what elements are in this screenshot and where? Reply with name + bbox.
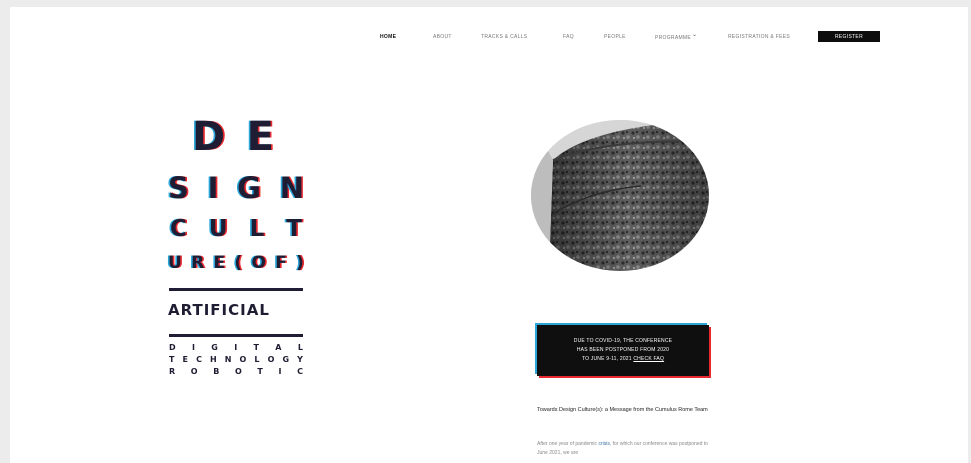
message-text: After one year of pandemic xyxy=(537,441,599,447)
logo-letter: E xyxy=(182,355,188,364)
logo-line-4: U R E ( O F ) xyxy=(168,253,304,273)
nav-faq[interactable]: FAQ xyxy=(563,34,574,40)
logo-letter: O xyxy=(251,253,266,273)
logo-letter: R xyxy=(169,367,176,376)
notice-line: HAS BEEN POSTPONED FROM 2020 xyxy=(576,347,670,353)
logo-letter: O xyxy=(190,367,198,376)
logo-letter: T xyxy=(257,367,263,376)
logo-line-6: D I G I T A L xyxy=(169,343,303,353)
logo-letter: ) xyxy=(296,253,304,273)
logo-letter: N xyxy=(279,171,304,205)
logo-line-7: T E C H N O L O G Y xyxy=(169,355,303,365)
logo-letter: E xyxy=(213,253,226,273)
logo-letter: D xyxy=(169,343,176,352)
logo-letter: R xyxy=(191,253,205,273)
nav-tracks-calls[interactable]: TRACKS & CALLS xyxy=(481,34,527,40)
logo-letter: I xyxy=(191,343,195,352)
notice-text: TO JUNE 9-11, 2021 xyxy=(581,356,634,362)
logo-letter: N xyxy=(224,355,232,364)
logo-letter: ( xyxy=(234,253,243,273)
logo-letter: C xyxy=(196,355,202,364)
nav-programme[interactable]: PROGRAMME⌄ xyxy=(655,32,698,41)
logo-letter: G xyxy=(211,343,218,352)
logo-letter: D xyxy=(192,114,226,160)
logo-letter: U xyxy=(208,216,228,242)
message-heading: Towards Design Culture(s): a Message fro… xyxy=(537,407,708,413)
logo-line-8: R O B O T I C xyxy=(169,367,303,377)
logo-letter: L xyxy=(254,355,260,364)
logo-letter: T xyxy=(286,216,302,242)
logo-letter: O xyxy=(239,355,247,364)
logo-letter: O xyxy=(234,367,242,376)
logo-letter: C xyxy=(170,216,187,242)
logo-letter: A xyxy=(275,343,282,352)
nav-registration-fees[interactable]: REGISTRATION & FEES xyxy=(728,34,790,40)
logo-letter: I xyxy=(207,171,219,205)
logo-letter: E xyxy=(246,114,274,160)
nav-programme-label: PROGRAMME xyxy=(655,35,692,41)
logo-letter: U xyxy=(168,253,182,273)
circular-hero-image xyxy=(531,120,709,271)
logo-letter: H xyxy=(210,355,217,364)
covid-notice-box: DUE TO COVID-19, THE CONFERENCE HAS BEEN… xyxy=(537,325,709,376)
crisis-link[interactable]: crisis xyxy=(598,441,609,447)
logo-letter: O xyxy=(267,355,275,364)
stone-column-photo xyxy=(531,120,709,271)
chevron-down-icon: ⌄ xyxy=(692,32,698,38)
notice-line: TO JUNE 9-11, 2021 CHECK FAQ xyxy=(537,355,709,364)
page: HOME ABOUT TRACKS & CALLS FAQ PEOPLE PRO… xyxy=(10,7,968,463)
logo-letter: S xyxy=(168,171,189,205)
nav-people[interactable]: PEOPLE xyxy=(604,34,626,40)
logo-letter: I xyxy=(234,343,238,352)
nav-about[interactable]: ABOUT xyxy=(433,34,452,40)
logo-letter: Y xyxy=(297,355,303,364)
logo-line-1: D E xyxy=(192,115,274,159)
logo-line-3: C U L T xyxy=(170,216,302,242)
notice-line: DUE TO COVID-19, THE CONFERENCE xyxy=(573,338,673,344)
logo-letter: L xyxy=(249,216,265,242)
logo-line-2: S I G N xyxy=(168,172,304,204)
logo-letter: C xyxy=(297,367,303,376)
logo-letter: I xyxy=(278,367,282,376)
top-navigation: HOME ABOUT TRACKS & CALLS FAQ PEOPLE PRO… xyxy=(10,31,968,47)
logo-divider xyxy=(169,288,303,291)
logo-letter: L xyxy=(297,343,303,352)
logo-line-5: ARTIFICIAL xyxy=(168,301,270,319)
logo-letter: T xyxy=(253,343,259,352)
logo-letter: F xyxy=(275,253,287,273)
check-faq-link[interactable]: CHECK FAQ xyxy=(633,356,664,362)
nav-home[interactable]: HOME xyxy=(380,34,396,40)
logo-letter: G xyxy=(282,355,290,364)
logo-letter: G xyxy=(237,171,261,205)
logo-letter: B xyxy=(213,367,220,376)
register-button[interactable]: REGISTER xyxy=(818,31,880,42)
message-body: After one year of pandemic crisis, for w… xyxy=(537,440,717,458)
logo-divider xyxy=(169,334,303,337)
logo-letter: T xyxy=(169,355,175,364)
